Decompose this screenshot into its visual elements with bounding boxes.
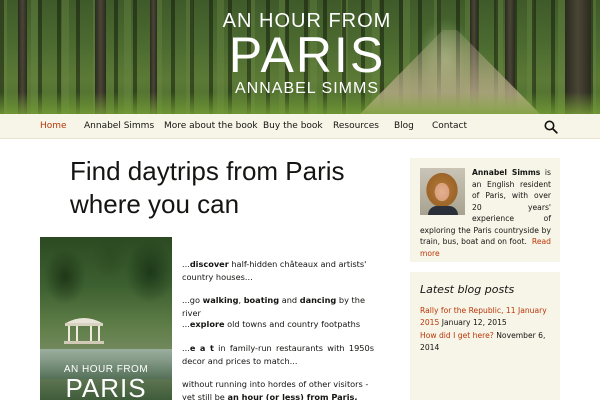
intro-text: ... xyxy=(182,259,190,269)
intro-text: and xyxy=(279,295,300,305)
intro-bold: discover xyxy=(189,259,229,269)
intro-bold: e a t xyxy=(189,343,214,353)
intro-paragraph-hordes: without running into hordes of other vis… xyxy=(182,378,374,400)
book-cover-image[interactable]: AN HOUR FROM PARIS xyxy=(40,237,172,400)
intro-paragraph-explore: ...explore old towns and country footpat… xyxy=(182,318,374,331)
intro-text: ... xyxy=(182,343,190,353)
post-item: Rally for the Republic, 11 January 2015 … xyxy=(420,305,554,328)
intro-bold: boating xyxy=(243,295,280,305)
nav-item-resources[interactable]: Resources xyxy=(333,114,379,139)
intro-paragraph-walking: ...go walking, boating and dancing by th… xyxy=(182,294,374,319)
site-title-line3: ANNABEL SIMMS xyxy=(235,80,379,97)
intro-paragraph-discover: ...discover half-hidden châteaux and art… xyxy=(182,258,374,283)
nav-item-home[interactable]: Home xyxy=(40,114,67,139)
intro-text: old towns and country footpaths xyxy=(224,319,361,329)
main-navigation: Home Annabel Simms More about the book B… xyxy=(0,114,600,139)
site-title-link[interactable]: AN HOUR FROM PARIS ANNABEL SIMMS xyxy=(212,10,402,99)
author-widget: Annabel Simms is an English resident of … xyxy=(410,158,560,262)
intro-bold: an hour (or less) from Paris. xyxy=(227,391,358,400)
nav-item-contact[interactable]: Contact xyxy=(432,114,467,139)
site-header: AN HOUR FROM PARIS ANNABEL SIMMS xyxy=(0,0,600,114)
page-title: Find daytrips from Paris where you can xyxy=(70,156,345,219)
search-icon[interactable] xyxy=(544,120,558,134)
cover-title-line2: PARIS xyxy=(65,373,147,400)
latest-posts-widget: Latest blog posts Rally for the Republic… xyxy=(410,272,560,400)
author-name: Annabel Simms xyxy=(472,168,541,177)
author-bio: Annabel Simms is an English resident of … xyxy=(420,167,551,259)
intro-bold: explore xyxy=(189,319,225,329)
latest-posts-title: Latest blog posts xyxy=(420,283,515,296)
nav-item-annabel-simms[interactable]: Annabel Simms xyxy=(84,114,154,139)
intro-bold: dancing xyxy=(299,295,337,305)
pavilion-illustration xyxy=(64,318,104,344)
intro-bold: walking xyxy=(202,295,239,305)
site-title-line2: PARIS xyxy=(228,27,386,83)
post-date: January 12, 2015 xyxy=(441,317,507,327)
intro-paragraph-eat: ...e a t in family-run restaurants with … xyxy=(182,342,374,367)
nav-item-blog[interactable]: Blog xyxy=(394,114,414,139)
post-link[interactable]: How did I get here? xyxy=(420,331,494,340)
post-item: How did I get here? November 6, 2014 xyxy=(420,330,554,353)
intro-text: ... xyxy=(182,319,190,329)
nav-item-buy-the-book[interactable]: Buy the book xyxy=(263,114,323,139)
intro-text: ...go xyxy=(182,295,203,305)
nav-item-more-about-the-book[interactable]: More about the book xyxy=(164,114,258,139)
